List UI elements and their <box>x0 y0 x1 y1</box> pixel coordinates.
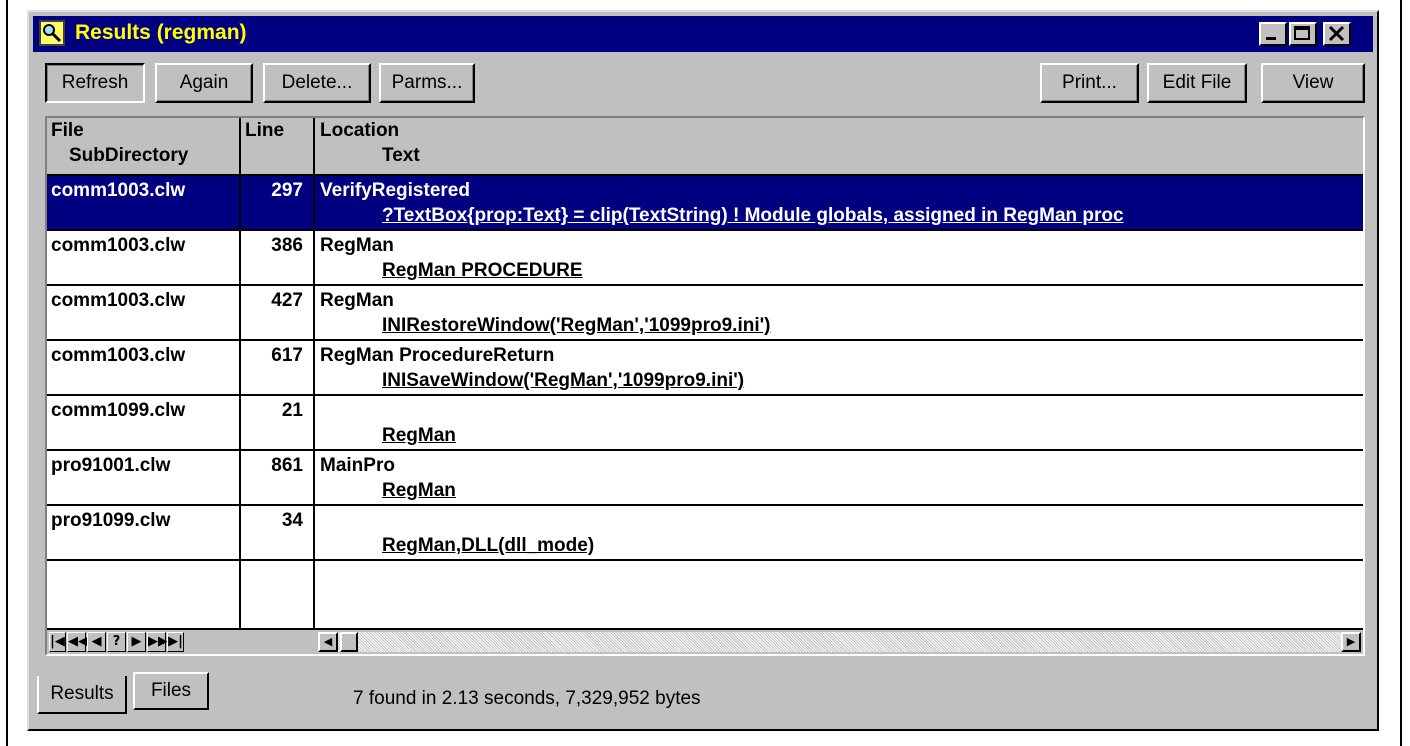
arrow-left-icon: ◀ <box>323 635 333 648</box>
cell-location-text: RegMan <box>320 396 1360 449</box>
results-window: Results (regman) Refresh Again Delete...… <box>27 10 1379 731</box>
tab-files-label: Files <box>150 680 192 701</box>
cell-file: comm1003.clw <box>51 290 186 311</box>
cell-line: 386 <box>271 235 303 256</box>
edit-file-button[interactable]: Edit File <box>1147 63 1247 103</box>
cell-line: 617 <box>271 345 303 366</box>
cell-location-text: RegMan,DLL(dll_mode) <box>320 506 1360 559</box>
header-line-col[interactable]: Line <box>245 118 311 174</box>
cell-line: 297 <box>271 180 303 201</box>
header-file-col[interactable]: File SubDirectory <box>51 118 237 174</box>
header-location-col[interactable]: Location Text <box>320 118 720 174</box>
cell-line: 427 <box>271 290 303 311</box>
cell-location: VerifyRegistered <box>320 180 470 201</box>
cell-file: pro91001.clw <box>51 455 171 476</box>
cell-line: 21 <box>281 400 303 421</box>
cell-file: pro91099.clw <box>51 510 171 531</box>
table-row[interactable]: comm1003.clw 617 RegMan ProcedureReturn INI… <box>47 341 1363 396</box>
table-row[interactable]: pro91099.clw 34 RegMan,DLL(dll_mode) <box>47 506 1363 561</box>
header-location: Location <box>320 120 400 141</box>
minimize-icon <box>1266 37 1276 40</box>
cell-text: ?TextBox{prop:Text} = clip(TextString) !… <box>382 205 1124 226</box>
cell-text: RegMan PROCEDURE <box>382 260 583 281</box>
magnifier-icon[interactable] <box>39 20 65 46</box>
minimize-button[interactable] <box>1259 22 1287 46</box>
next-record-button[interactable]: ▶ <box>127 632 146 652</box>
parms-button[interactable]: Parms... <box>379 63 475 103</box>
tab-results-label: Results <box>50 683 114 704</box>
header-line: Line <box>245 120 285 141</box>
cell-location: RegMan <box>320 235 394 256</box>
page-border-left <box>6 0 8 746</box>
cell-location <box>320 396 1360 423</box>
cell-location-text: RegMan INIRestoreWindow('RegMan','1099pro… <box>320 286 1360 339</box>
cell-location: MainPro <box>320 455 395 476</box>
horizontal-scrollbar[interactable]: ◀ ▶ <box>318 632 1361 652</box>
cell-text: RegMan <box>382 480 456 501</box>
cell-text: RegMan <box>382 425 456 446</box>
maximize-button[interactable] <box>1289 22 1317 46</box>
again-button[interactable]: Again <box>155 63 253 103</box>
cell-location-text: MainPro RegMan <box>320 451 1360 504</box>
cell-text: INIRestoreWindow('RegMan','1099pro9.ini'… <box>382 315 771 336</box>
cell-location-text: RegMan RegMan PROCEDURE <box>320 231 1360 284</box>
view-button[interactable]: View <box>1261 63 1365 103</box>
cell-text: RegMan,DLL(dll_mode) <box>382 535 595 556</box>
page-down-button[interactable]: ▶▶ <box>147 632 168 652</box>
cell-text: INISaveWindow('RegMan','1099pro9.ini') <box>382 370 745 391</box>
cell-line: 861 <box>271 455 303 476</box>
cell-file: comm1003.clw <box>51 235 186 256</box>
page-up-button[interactable]: ◀◀ <box>67 632 88 652</box>
table-row[interactable]: comm1003.clw 427 RegMan INIRestoreWindow('R… <box>47 286 1363 341</box>
header-subdirectory: SubDirectory <box>69 145 189 166</box>
column-divider-file <box>239 118 241 654</box>
print-button[interactable]: Print... <box>1040 63 1139 103</box>
tab-files[interactable]: Files <box>133 672 209 710</box>
tab-results[interactable]: Results <box>37 676 127 714</box>
cell-line: 34 <box>281 510 303 531</box>
table-row[interactable]: comm1003.clw 297 VerifyRegistered ?TextBox{… <box>47 176 1363 231</box>
window-title: Results (regman) <box>75 21 247 44</box>
cell-location: RegMan ProcedureReturn <box>320 345 555 366</box>
delete-button[interactable]: Delete... <box>263 63 371 103</box>
page-border-right <box>1400 0 1402 746</box>
header-text: Text <box>382 145 420 166</box>
navigation-bar: |◀ ◀◀ ◀? ▶ ▶▶ ▶| ◀ ▶ <box>47 628 1363 654</box>
previous-record-button[interactable]: ◀ <box>87 632 106 652</box>
cell-file: comm1003.clw <box>51 180 186 201</box>
status-text: 7 found in 2.13 seconds, 7,329,952 bytes <box>353 688 701 709</box>
cell-file: comm1099.clw <box>51 400 186 421</box>
last-record-button[interactable]: ▶| <box>167 632 184 652</box>
header-file: File <box>51 120 84 141</box>
close-icon <box>1328 25 1345 42</box>
table-row[interactable]: pro91001.clw 861 MainPro RegMan <box>47 451 1363 506</box>
title-bar[interactable]: Results (regman) <box>33 16 1373 52</box>
maximize-icon <box>1294 26 1310 40</box>
scroll-right-button[interactable]: ▶ <box>1341 632 1361 652</box>
table-row[interactable]: comm1099.clw 21 RegMan <box>47 396 1363 451</box>
cell-location-text: VerifyRegistered ?TextBox{prop:Text} = cl… <box>320 176 1360 229</box>
locate-button[interactable]: ? <box>107 632 126 652</box>
list-header: File SubDirectory Line Location Text <box>47 118 1363 176</box>
scroll-thumb[interactable] <box>340 632 358 652</box>
table-row[interactable]: comm1003.clw 386 RegMan RegMan PROCEDURE <box>47 231 1363 286</box>
first-record-button[interactable]: |◀ <box>49 632 66 652</box>
cell-location <box>320 506 1360 533</box>
scroll-left-button[interactable]: ◀ <box>318 632 338 652</box>
close-button[interactable] <box>1323 22 1351 46</box>
results-list[interactable]: File SubDirectory Line Location Text com… <box>45 116 1365 656</box>
cell-file: comm1003.clw <box>51 345 186 366</box>
cell-location-text: RegMan ProcedureReturn INISaveWindow('Reg… <box>320 341 1360 394</box>
arrow-right-icon: ▶ <box>1346 635 1356 648</box>
column-divider-line <box>313 118 315 654</box>
cell-location: RegMan <box>320 290 394 311</box>
refresh-button[interactable]: Refresh <box>45 63 145 103</box>
